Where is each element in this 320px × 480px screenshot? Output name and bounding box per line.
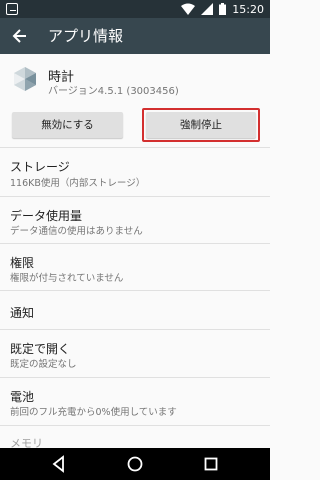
app-bar: アプリ情報 bbox=[0, 18, 270, 54]
back-arrow-icon[interactable] bbox=[10, 26, 30, 46]
status-bar: 15:20 bbox=[0, 0, 270, 18]
divider bbox=[0, 377, 270, 378]
navigation-bar bbox=[0, 448, 270, 480]
item-subtitle: データ通信の使用はありません bbox=[10, 226, 143, 237]
item-title: 権限 bbox=[10, 256, 35, 270]
item-title: 通知 bbox=[10, 306, 35, 320]
force-stop-button[interactable]: 強制停止 bbox=[146, 112, 256, 138]
item-title: データ使用量 bbox=[10, 209, 83, 223]
list-item-storage[interactable]: ストレージ 116KB使用（内部ストレージ） bbox=[0, 154, 270, 200]
item-title: ストレージ bbox=[10, 160, 70, 174]
page-title: アプリ情報 bbox=[48, 27, 124, 45]
divider bbox=[0, 329, 270, 330]
divider bbox=[0, 243, 270, 244]
item-title: メモリ bbox=[10, 437, 43, 448]
item-subtitle: 前回のフル充電から0%使用しています bbox=[10, 407, 177, 418]
divider bbox=[0, 196, 270, 197]
divider bbox=[0, 147, 270, 148]
disable-button[interactable]: 無効にする bbox=[12, 112, 123, 138]
divider bbox=[0, 425, 270, 426]
item-title: 既定で開く bbox=[10, 342, 71, 356]
item-subtitle: 116KB使用（内部ストレージ） bbox=[10, 178, 146, 189]
clock-time: 15:20 bbox=[232, 2, 264, 16]
item-subtitle: 既定の設定なし bbox=[10, 359, 77, 370]
list-item-battery[interactable]: 電池 前回のフル充電から0%使用しています bbox=[0, 384, 270, 430]
battery-icon bbox=[219, 3, 227, 15]
app-version: バージョン4.5.1 (3003456) bbox=[48, 86, 179, 97]
home-nav-icon[interactable] bbox=[126, 455, 144, 473]
list-item-memory[interactable]: メモリ bbox=[0, 431, 270, 448]
clock-app-icon bbox=[12, 66, 38, 92]
signal-icon bbox=[201, 3, 214, 15]
recents-nav-icon[interactable] bbox=[202, 455, 220, 473]
divider bbox=[0, 290, 270, 291]
notification-icon bbox=[6, 3, 18, 15]
wifi-icon bbox=[181, 3, 196, 15]
list-item-open-by-default[interactable]: 既定で開く 既定の設定なし bbox=[0, 336, 270, 382]
item-title: 電池 bbox=[10, 390, 35, 404]
back-nav-icon[interactable] bbox=[50, 455, 68, 473]
app-header: 時計 バージョン4.5.1 (3003456) bbox=[0, 54, 270, 106]
item-subtitle: 権限が付与されていません bbox=[10, 273, 124, 284]
